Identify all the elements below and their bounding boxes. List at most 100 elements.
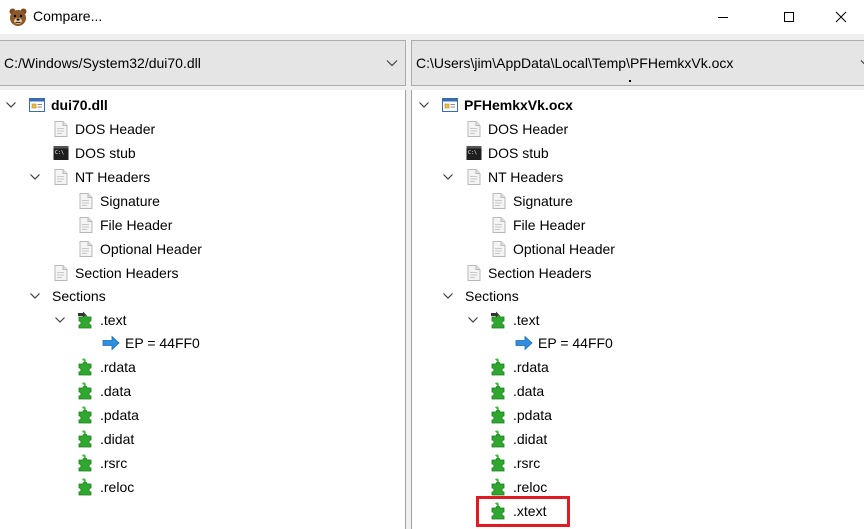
tree-item-dos-header[interactable]: DOS Header — [465, 118, 568, 140]
console-icon — [465, 144, 483, 162]
tree-item-sections[interactable]: Sections — [52, 285, 106, 307]
tree-item-signature[interactable]: Signature — [490, 190, 573, 212]
chevron-down-icon[interactable] — [442, 290, 454, 302]
tree-item-label: EP = 44FF0 — [538, 335, 613, 351]
chevron-down-icon[interactable] — [29, 171, 41, 183]
tree-item-label: .reloc — [513, 479, 548, 495]
focus-indicator — [629, 80, 631, 82]
chevron-down-icon[interactable] — [5, 99, 17, 111]
tree-item-rsrc[interactable]: .rsrc — [77, 452, 127, 474]
tree-item-reloc[interactable]: .reloc — [77, 476, 134, 498]
tree-item-label: Optional Header — [513, 241, 615, 257]
puzzle-piece-icon — [77, 382, 95, 400]
tree-item-label: .rsrc — [100, 455, 128, 471]
page-icon — [465, 264, 483, 282]
chevron-down-icon[interactable] — [54, 314, 66, 326]
tree-item-optional-header[interactable]: Optional Header — [77, 238, 202, 260]
tree-item-dos-stub[interactable]: DOS stub — [52, 142, 136, 164]
tree-item-dos-stub[interactable]: DOS stub — [465, 142, 549, 164]
tree-item-label: DOS stub — [488, 145, 549, 161]
tree-item-label: DOS Header — [488, 121, 569, 137]
chevron-down-icon[interactable] — [442, 171, 454, 183]
tree-item-label: .rdata — [513, 359, 549, 375]
chevron-down-icon[interactable] — [418, 99, 430, 111]
tree-item-pdata[interactable]: .pdata — [490, 404, 552, 426]
minimize-button[interactable] — [700, 0, 746, 34]
puzzle-piece-icon — [490, 406, 508, 424]
tree-item-file-header[interactable]: File Header — [490, 214, 585, 236]
right-tree-panel[interactable]: PFHemkxVk.ocx DOS Header DOS stub NT Hea… — [411, 90, 864, 529]
tree-item-label: DOS stub — [75, 145, 136, 161]
tree-item-nt-headers[interactable]: NT Headers — [52, 166, 150, 188]
puzzle-piece-icon — [77, 311, 95, 329]
tree-root[interactable]: PFHemkxVk.ocx — [441, 94, 573, 116]
tree-item-xtext[interactable]: .xtext — [490, 500, 546, 522]
tree-item-didat[interactable]: .didat — [490, 428, 547, 450]
chevron-down-icon[interactable] — [467, 314, 479, 326]
left-tree-panel[interactable]: dui70.dll DOS Header DOS stub NT Headers… — [0, 90, 406, 529]
page-icon — [52, 168, 70, 186]
puzzle-piece-icon — [77, 406, 95, 424]
tree-item-label: Sections — [465, 288, 519, 304]
tree-item-text[interactable]: .text — [490, 309, 539, 331]
close-button[interactable] — [818, 0, 864, 34]
tree-item-label: Section Headers — [488, 265, 592, 281]
tree-item-signature[interactable]: Signature — [77, 190, 160, 212]
tree-item-section-headers[interactable]: Section Headers — [52, 262, 179, 284]
tree-item-label: .data — [100, 383, 132, 399]
tree-item-label: .data — [513, 383, 545, 399]
left-file-combo[interactable]: C:/Windows/System32/dui70.dll — [0, 40, 406, 86]
puzzle-piece-icon — [490, 382, 508, 400]
tree-item-data[interactable]: .data — [490, 380, 544, 402]
tree-item-label: File Header — [100, 217, 173, 233]
puzzle-piece-icon — [490, 311, 508, 329]
tree-item-rsrc[interactable]: .rsrc — [490, 452, 540, 474]
tree-item-dos-header[interactable]: DOS Header — [52, 118, 155, 140]
tree-item-label: .rsrc — [513, 455, 541, 471]
tree-item-section-headers[interactable]: Section Headers — [465, 262, 592, 284]
tree-item-label: Sections — [52, 288, 106, 304]
right-file-path: C:\Users\jim\AppData\Local\Temp\PFHemkxV… — [416, 55, 734, 71]
puzzle-piece-icon — [77, 358, 95, 376]
tree-root[interactable]: dui70.dll — [28, 94, 108, 116]
tree-item-didat[interactable]: .didat — [77, 428, 134, 450]
tree-item-file-header[interactable]: File Header — [77, 214, 172, 236]
tree-item-label: Optional Header — [100, 241, 202, 257]
chevron-down-icon[interactable] — [860, 58, 864, 68]
title-bar: Compare... — [0, 0, 864, 34]
puzzle-piece-icon — [77, 430, 95, 448]
tree-item-label: EP = 44FF0 — [125, 335, 200, 351]
tree-item-entry-point[interactable]: EP = 44FF0 — [515, 332, 613, 354]
tree-item-nt-headers[interactable]: NT Headers — [465, 166, 563, 188]
tree-item-label: .didat — [100, 431, 135, 447]
chevron-down-icon[interactable] — [386, 58, 398, 68]
tree-item-rdata[interactable]: .rdata — [77, 356, 136, 378]
page-icon — [465, 168, 483, 186]
tree-item-sections[interactable]: Sections — [465, 285, 519, 307]
maximize-button[interactable] — [766, 0, 812, 34]
page-icon — [52, 264, 70, 282]
tree-item-label: .xtext — [513, 503, 547, 519]
puzzle-piece-icon — [490, 358, 508, 376]
tree-item-rdata[interactable]: .rdata — [490, 356, 549, 378]
tree-item-pdata[interactable]: .pdata — [77, 404, 139, 426]
chevron-down-icon[interactable] — [29, 290, 41, 302]
tree-item-label: .text — [100, 312, 127, 328]
tree-item-label: DOS Header — [75, 121, 156, 137]
tree-item-entry-point[interactable]: EP = 44FF0 — [102, 332, 200, 354]
page-icon — [490, 240, 508, 258]
close-icon — [835, 11, 847, 23]
right-file-combo[interactable]: C:\Users\jim\AppData\Local\Temp\PFHemkxV… — [411, 40, 864, 86]
maximize-icon — [784, 12, 794, 22]
puzzle-piece-icon — [490, 430, 508, 448]
puzzle-piece-icon — [490, 502, 508, 520]
module-window-icon — [28, 96, 46, 114]
tree-item-optional-header[interactable]: Optional Header — [490, 238, 615, 260]
page-icon — [77, 216, 95, 234]
tree-item-text[interactable]: .text — [77, 309, 126, 331]
puzzle-piece-icon — [77, 454, 95, 472]
tree-item-reloc[interactable]: .reloc — [490, 476, 547, 498]
arrow-right-icon — [102, 334, 120, 352]
page-icon — [490, 216, 508, 234]
tree-item-data[interactable]: .data — [77, 380, 131, 402]
